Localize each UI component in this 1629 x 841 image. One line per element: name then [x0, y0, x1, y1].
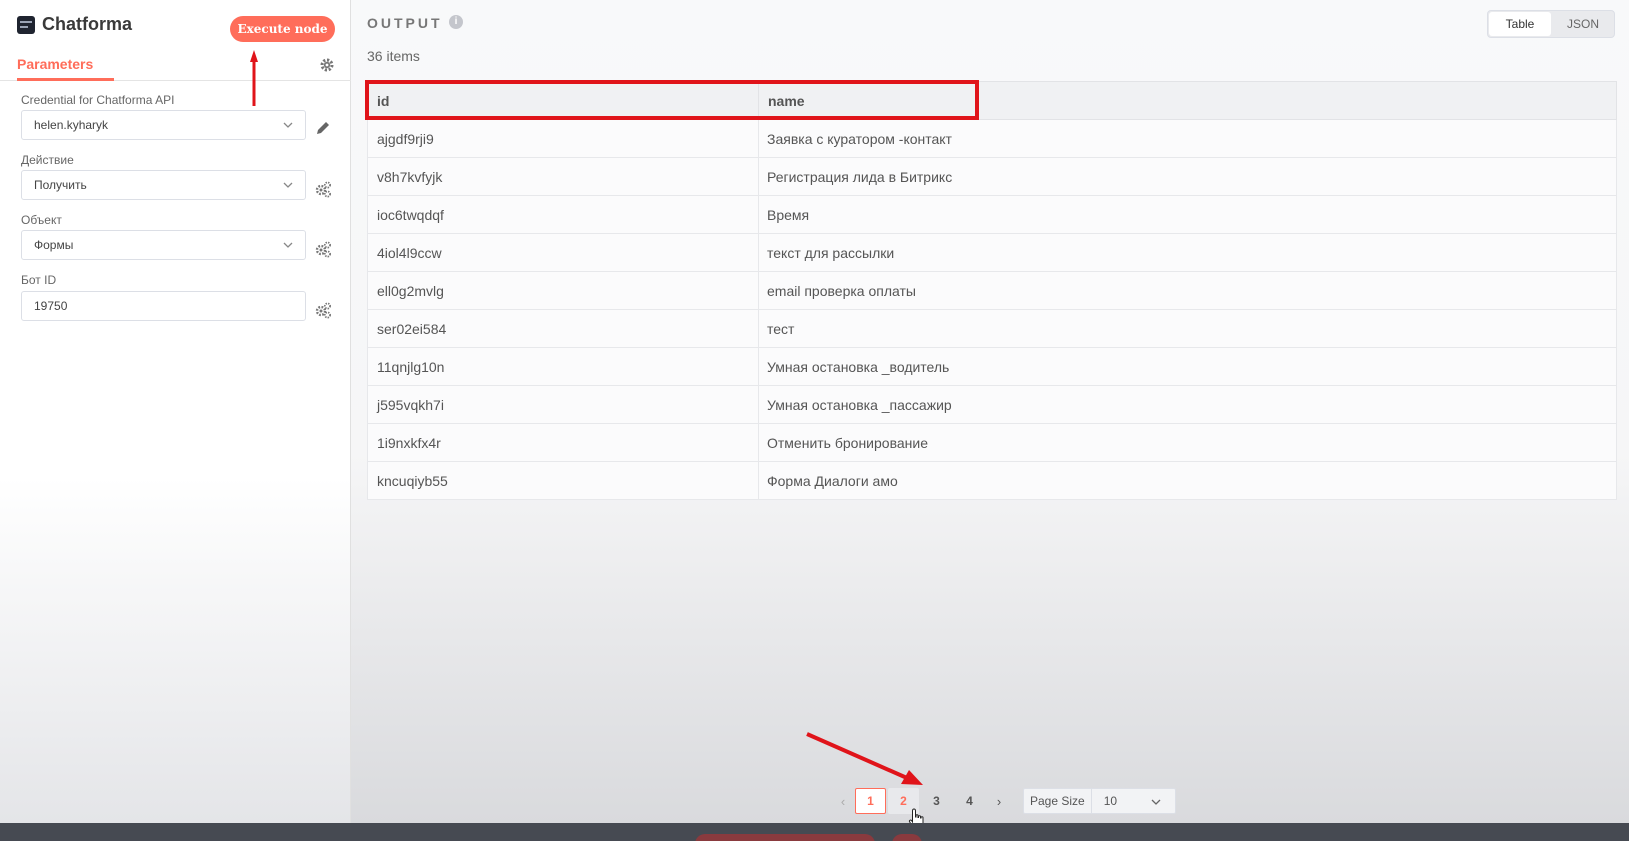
cell-id: ajgdf9rji9	[367, 119, 759, 158]
cell-id: 4iol4l9ccw	[367, 233, 759, 272]
cell-name: Умная остановка _водитель	[758, 347, 1617, 386]
chatforma-logo-icon	[17, 15, 35, 34]
cell-id: kncuqiyb55	[367, 461, 759, 500]
page-size-label: Page Size	[1024, 789, 1092, 813]
cell-id: j595vqkh7i	[367, 385, 759, 424]
view-toggle: Table JSON	[1487, 10, 1615, 38]
annotation-highlight-box	[365, 80, 979, 120]
table-row: 11qnjlg10n Умная остановка _водитель	[367, 347, 1617, 386]
bot-id-value: 19750	[34, 299, 68, 313]
gear-icon[interactable]	[319, 57, 335, 73]
cell-name: Время	[758, 195, 1617, 234]
cell-name: текст для рассылки	[758, 233, 1617, 272]
table-row: v8h7kvfyjk Регистрация лида в Битрикс	[367, 157, 1617, 196]
object-label: Объект	[21, 213, 62, 227]
credential-label: Credential for Chatforma API	[21, 93, 175, 107]
annotation-arrow-diagonal	[806, 732, 923, 785]
page-button[interactable]: 4	[954, 788, 985, 814]
info-icon[interactable]: i	[449, 15, 463, 29]
chevron-down-icon	[283, 122, 293, 128]
chevron-down-icon	[283, 242, 293, 248]
cell-name: Умная остановка _пассажир	[758, 385, 1617, 424]
node-title: Chatforma	[42, 14, 133, 34]
cell-id: 11qnjlg10n	[367, 347, 759, 386]
table-row: ajgdf9rji9 Заявка с куратором -контакт	[367, 119, 1617, 158]
next-page-button[interactable]: ›	[987, 794, 1011, 809]
object-select[interactable]: Формы	[21, 230, 306, 260]
table-row: ioc6twqdqf Время	[367, 195, 1617, 234]
json-view-button[interactable]: JSON	[1552, 11, 1614, 37]
table-row: 4iol4l9ccw текст для рассылки	[367, 233, 1617, 272]
tab-parameters[interactable]: Parameters	[17, 56, 93, 72]
execute-node-button[interactable]: Execute node	[230, 16, 335, 42]
cell-name: Заявка с куратором -контакт	[758, 119, 1617, 158]
page-size-select[interactable]: Page Size 10	[1023, 788, 1176, 814]
cell-name: Форма Диалоги амо	[758, 461, 1617, 500]
prev-page-button[interactable]: ‹	[831, 794, 855, 809]
cell-id: 1i9nxkfx4r	[367, 423, 759, 462]
pencil-icon[interactable]	[314, 119, 332, 137]
table-row: kncuqiyb55 Форма Диалоги амо	[367, 461, 1617, 500]
gears-icon[interactable]	[314, 301, 332, 319]
cell-name: Отменить бронирование	[758, 423, 1617, 462]
page-size-number: 10	[1103, 794, 1118, 808]
bot-id-label: Бот ID	[21, 273, 57, 287]
page-button[interactable]: 1	[855, 788, 886, 814]
cell-id: ell0g2mvlg	[367, 271, 759, 310]
cell-id: ser02ei584	[367, 309, 759, 348]
chevron-down-icon	[1151, 799, 1161, 805]
output-table: id name ajgdf9rji9 Заявка с куратором -ко…	[367, 81, 1617, 500]
items-count: 36 items	[367, 48, 420, 64]
pagination: ‹ 1 2 3 4 › Page Size 10	[831, 788, 1176, 814]
credential-select[interactable]: helen.kyharyk	[21, 110, 306, 140]
table-view-button[interactable]: Table	[1489, 12, 1551, 36]
annotation-arrow-up	[250, 50, 258, 106]
action-label: Действие	[21, 153, 74, 167]
output-title: OUTPUT	[367, 15, 443, 31]
table-row: ser02ei584 тест	[367, 309, 1617, 348]
cell-name: email проверка оплаты	[758, 271, 1617, 310]
object-value: Формы	[34, 238, 74, 252]
table-row: 1i9nxkfx4r Отменить бронирование	[367, 423, 1617, 462]
cell-name: Регистрация лида в Битрикс	[758, 157, 1617, 196]
bottom-action-button-small[interactable]	[892, 834, 922, 841]
table-row: j595vqkh7i Умная остановка _пассажир	[367, 385, 1617, 424]
credential-value: helen.kyharyk	[34, 118, 109, 132]
chevron-down-icon	[283, 182, 293, 188]
bot-id-input[interactable]: 19750	[21, 291, 306, 321]
tab-active-underline	[17, 78, 114, 81]
action-value: Получить	[34, 178, 87, 192]
parameters-panel: Chatforma Execute node Parameters Creden…	[0, 0, 351, 823]
gears-icon[interactable]	[314, 240, 332, 258]
table-row: ell0g2mvlg email проверка оплаты	[367, 271, 1617, 310]
page-size-value: 10	[1092, 789, 1175, 813]
action-select[interactable]: Получить	[21, 170, 306, 200]
bottom-action-button[interactable]	[695, 834, 875, 841]
node-header: Chatforma	[17, 14, 132, 35]
output-panel: OUTPUT i 36 items Table JSON id name ajg…	[351, 0, 1629, 823]
cell-id: v8h7kvfyjk	[367, 157, 759, 196]
cell-name: тест	[758, 309, 1617, 348]
gears-icon[interactable]	[314, 180, 332, 198]
cell-id: ioc6twqdqf	[367, 195, 759, 234]
